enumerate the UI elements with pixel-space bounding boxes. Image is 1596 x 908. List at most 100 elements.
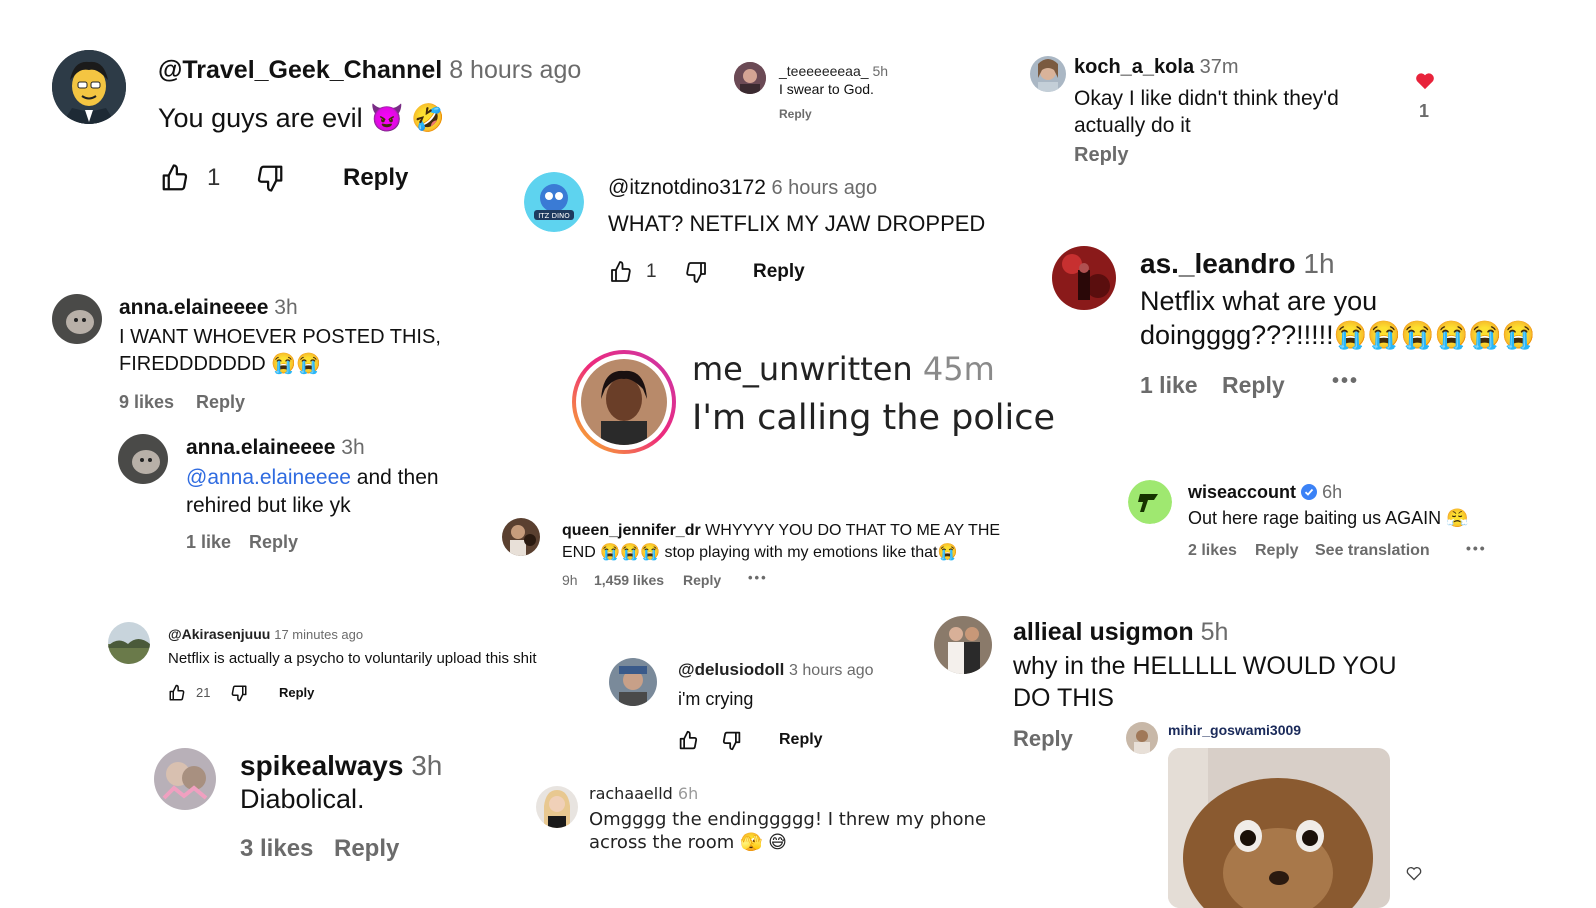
like-count[interactable]: 3 likes [240, 835, 313, 863]
comment-rachaaelld: rachaaelld 6h Omgggg the endinggggg! I t… [536, 782, 986, 862]
reply-button[interactable]: Reply [1013, 726, 1073, 752]
like-button[interactable] [678, 729, 699, 752]
username[interactable]: @Travel_Geek_Channel [158, 56, 442, 84]
reply-button[interactable]: Reply [279, 685, 314, 700]
reply-button[interactable]: Reply [1074, 144, 1128, 167]
like-button[interactable] [609, 259, 633, 285]
username[interactable]: me_unwritten [692, 350, 913, 388]
avatar[interactable] [536, 786, 578, 828]
like-button[interactable] [160, 162, 190, 194]
thumbs-up-icon[interactable] [678, 729, 699, 752]
reply-button[interactable]: Reply [683, 572, 721, 588]
reply-button[interactable]: Reply [779, 107, 812, 121]
thumbs-up-icon[interactable] [160, 162, 190, 194]
reply-button[interactable]: Reply [343, 164, 408, 192]
username[interactable]: mihir_goswami3009 [1168, 722, 1301, 738]
comment-text: I swear to God. [779, 81, 874, 97]
thumbs-up-icon[interactable] [168, 683, 186, 703]
avatar[interactable] [52, 50, 126, 124]
reply-button[interactable]: Reply [334, 835, 399, 863]
avatar[interactable] [502, 518, 540, 556]
comment-text: Out here rage baiting us AGAIN [1188, 508, 1442, 528]
thumbs-up-icon[interactable] [609, 259, 633, 285]
username[interactable]: rachaaelld [589, 784, 673, 803]
avatar-label: ITZ DINO [538, 212, 570, 220]
avatar[interactable] [1052, 246, 1116, 310]
avatar[interactable] [734, 62, 766, 94]
dislike-button[interactable] [721, 729, 742, 752]
timestamp: 3h [274, 296, 298, 319]
mention-link[interactable]: @anna.elaineeee [186, 466, 351, 489]
thumbs-down-icon[interactable] [255, 162, 285, 194]
comment-leandro: as._leandro 1h Netflix what are you doin… [1052, 244, 1562, 404]
verified-badge-icon [1301, 484, 1318, 500]
more-options-icon[interactable]: ••• [1332, 370, 1359, 393]
dislike-button[interactable] [230, 683, 248, 703]
timestamp: 5h [1200, 618, 1229, 646]
avatar[interactable] [108, 622, 150, 664]
like-button[interactable] [168, 683, 186, 703]
username[interactable]: koch_a_kola [1074, 56, 1194, 78]
comment-itznotdino: ITZ DINO @itznotdino3172 6 hours ago WHA… [524, 172, 994, 290]
username[interactable]: _teeeeeeeaa_ [779, 63, 869, 79]
avatar[interactable]: ITZ DINO [524, 172, 584, 232]
avatar[interactable] [572, 350, 676, 454]
comment-text-line1: I WANT WHOEVER POSTED THIS, [119, 326, 441, 348]
see-translation-button[interactable]: See translation [1315, 542, 1430, 560]
heart-outline-icon[interactable] [1406, 866, 1422, 881]
heart-count: 1 [1419, 101, 1430, 121]
comment-text-line1: Omgggg the endinggggg! I threw my phone [589, 809, 987, 830]
username[interactable]: as._leandro [1140, 248, 1296, 279]
heart-icon[interactable] [1415, 72, 1435, 90]
like-count[interactable]: 1 like [186, 532, 231, 553]
comment-text-line2: rehired but like yk [186, 494, 351, 517]
username[interactable]: @itznotdino3172 [608, 176, 766, 199]
avatar[interactable] [609, 658, 657, 706]
username[interactable]: spikealways [240, 750, 403, 781]
reply-button[interactable]: Reply [249, 532, 298, 553]
emoji: 😭 [937, 544, 958, 561]
timestamp: 5h [872, 63, 889, 79]
like-count[interactable]: 1 like [1140, 372, 1198, 399]
like-count[interactable]: 9 likes [119, 392, 174, 413]
username[interactable]: @delusiodoll [678, 660, 784, 679]
username[interactable]: wiseaccount [1188, 482, 1296, 502]
username[interactable]: anna.elaineeee [186, 436, 335, 459]
username[interactable]: allieal usigmon [1013, 618, 1194, 646]
thumbs-down-icon[interactable] [684, 259, 708, 285]
comment-koch: koch_a_kola 37m Okay I like didn't think… [1022, 50, 1447, 175]
reply-button[interactable]: Reply [1222, 372, 1285, 399]
avatar[interactable] [1128, 480, 1172, 524]
avatar[interactable] [1126, 722, 1158, 754]
thumbs-down-icon[interactable] [230, 683, 248, 703]
timestamp: 37m [1199, 56, 1239, 78]
reply-button[interactable]: Reply [753, 261, 805, 283]
comment-me-unwritten: me_unwritten 45m I'm calling the police [572, 350, 1055, 458]
like-count[interactable]: 2 likes [1188, 542, 1237, 560]
username[interactable]: @Akirasenjuuu [168, 626, 270, 642]
like-count[interactable]: 1,459 likes [594, 572, 664, 588]
avatar[interactable] [1030, 56, 1066, 92]
emoji: 😈 🤣 [370, 103, 445, 133]
reply-button[interactable]: Reply [779, 731, 823, 749]
reply-button[interactable]: Reply [1255, 542, 1299, 560]
reply-button[interactable]: Reply [196, 392, 245, 413]
timestamp: 9h [562, 572, 578, 588]
timestamp: 8 hours ago [449, 56, 582, 84]
comment-text-line1: Netflix what are you [1140, 286, 1378, 316]
username[interactable]: anna.elaineeee [119, 296, 268, 319]
avatar[interactable] [934, 616, 992, 674]
more-options-icon[interactable]: ••• [1466, 540, 1487, 556]
username[interactable]: queen_jennifer_dr [562, 522, 701, 539]
more-options-icon[interactable]: ••• [748, 570, 768, 585]
comment-text-line1: Okay I like didn't think they'd [1074, 87, 1339, 110]
avatar[interactable] [52, 294, 102, 344]
thumbs-down-icon[interactable] [721, 729, 742, 752]
emoji: 😭😭😭😭😭😭 [1333, 320, 1536, 350]
avatar[interactable] [118, 434, 168, 484]
dislike-button[interactable] [255, 162, 285, 194]
like-count: 1 [646, 261, 657, 282]
avatar[interactable] [154, 748, 216, 810]
gif-image[interactable] [1168, 748, 1390, 908]
dislike-button[interactable] [684, 259, 708, 285]
